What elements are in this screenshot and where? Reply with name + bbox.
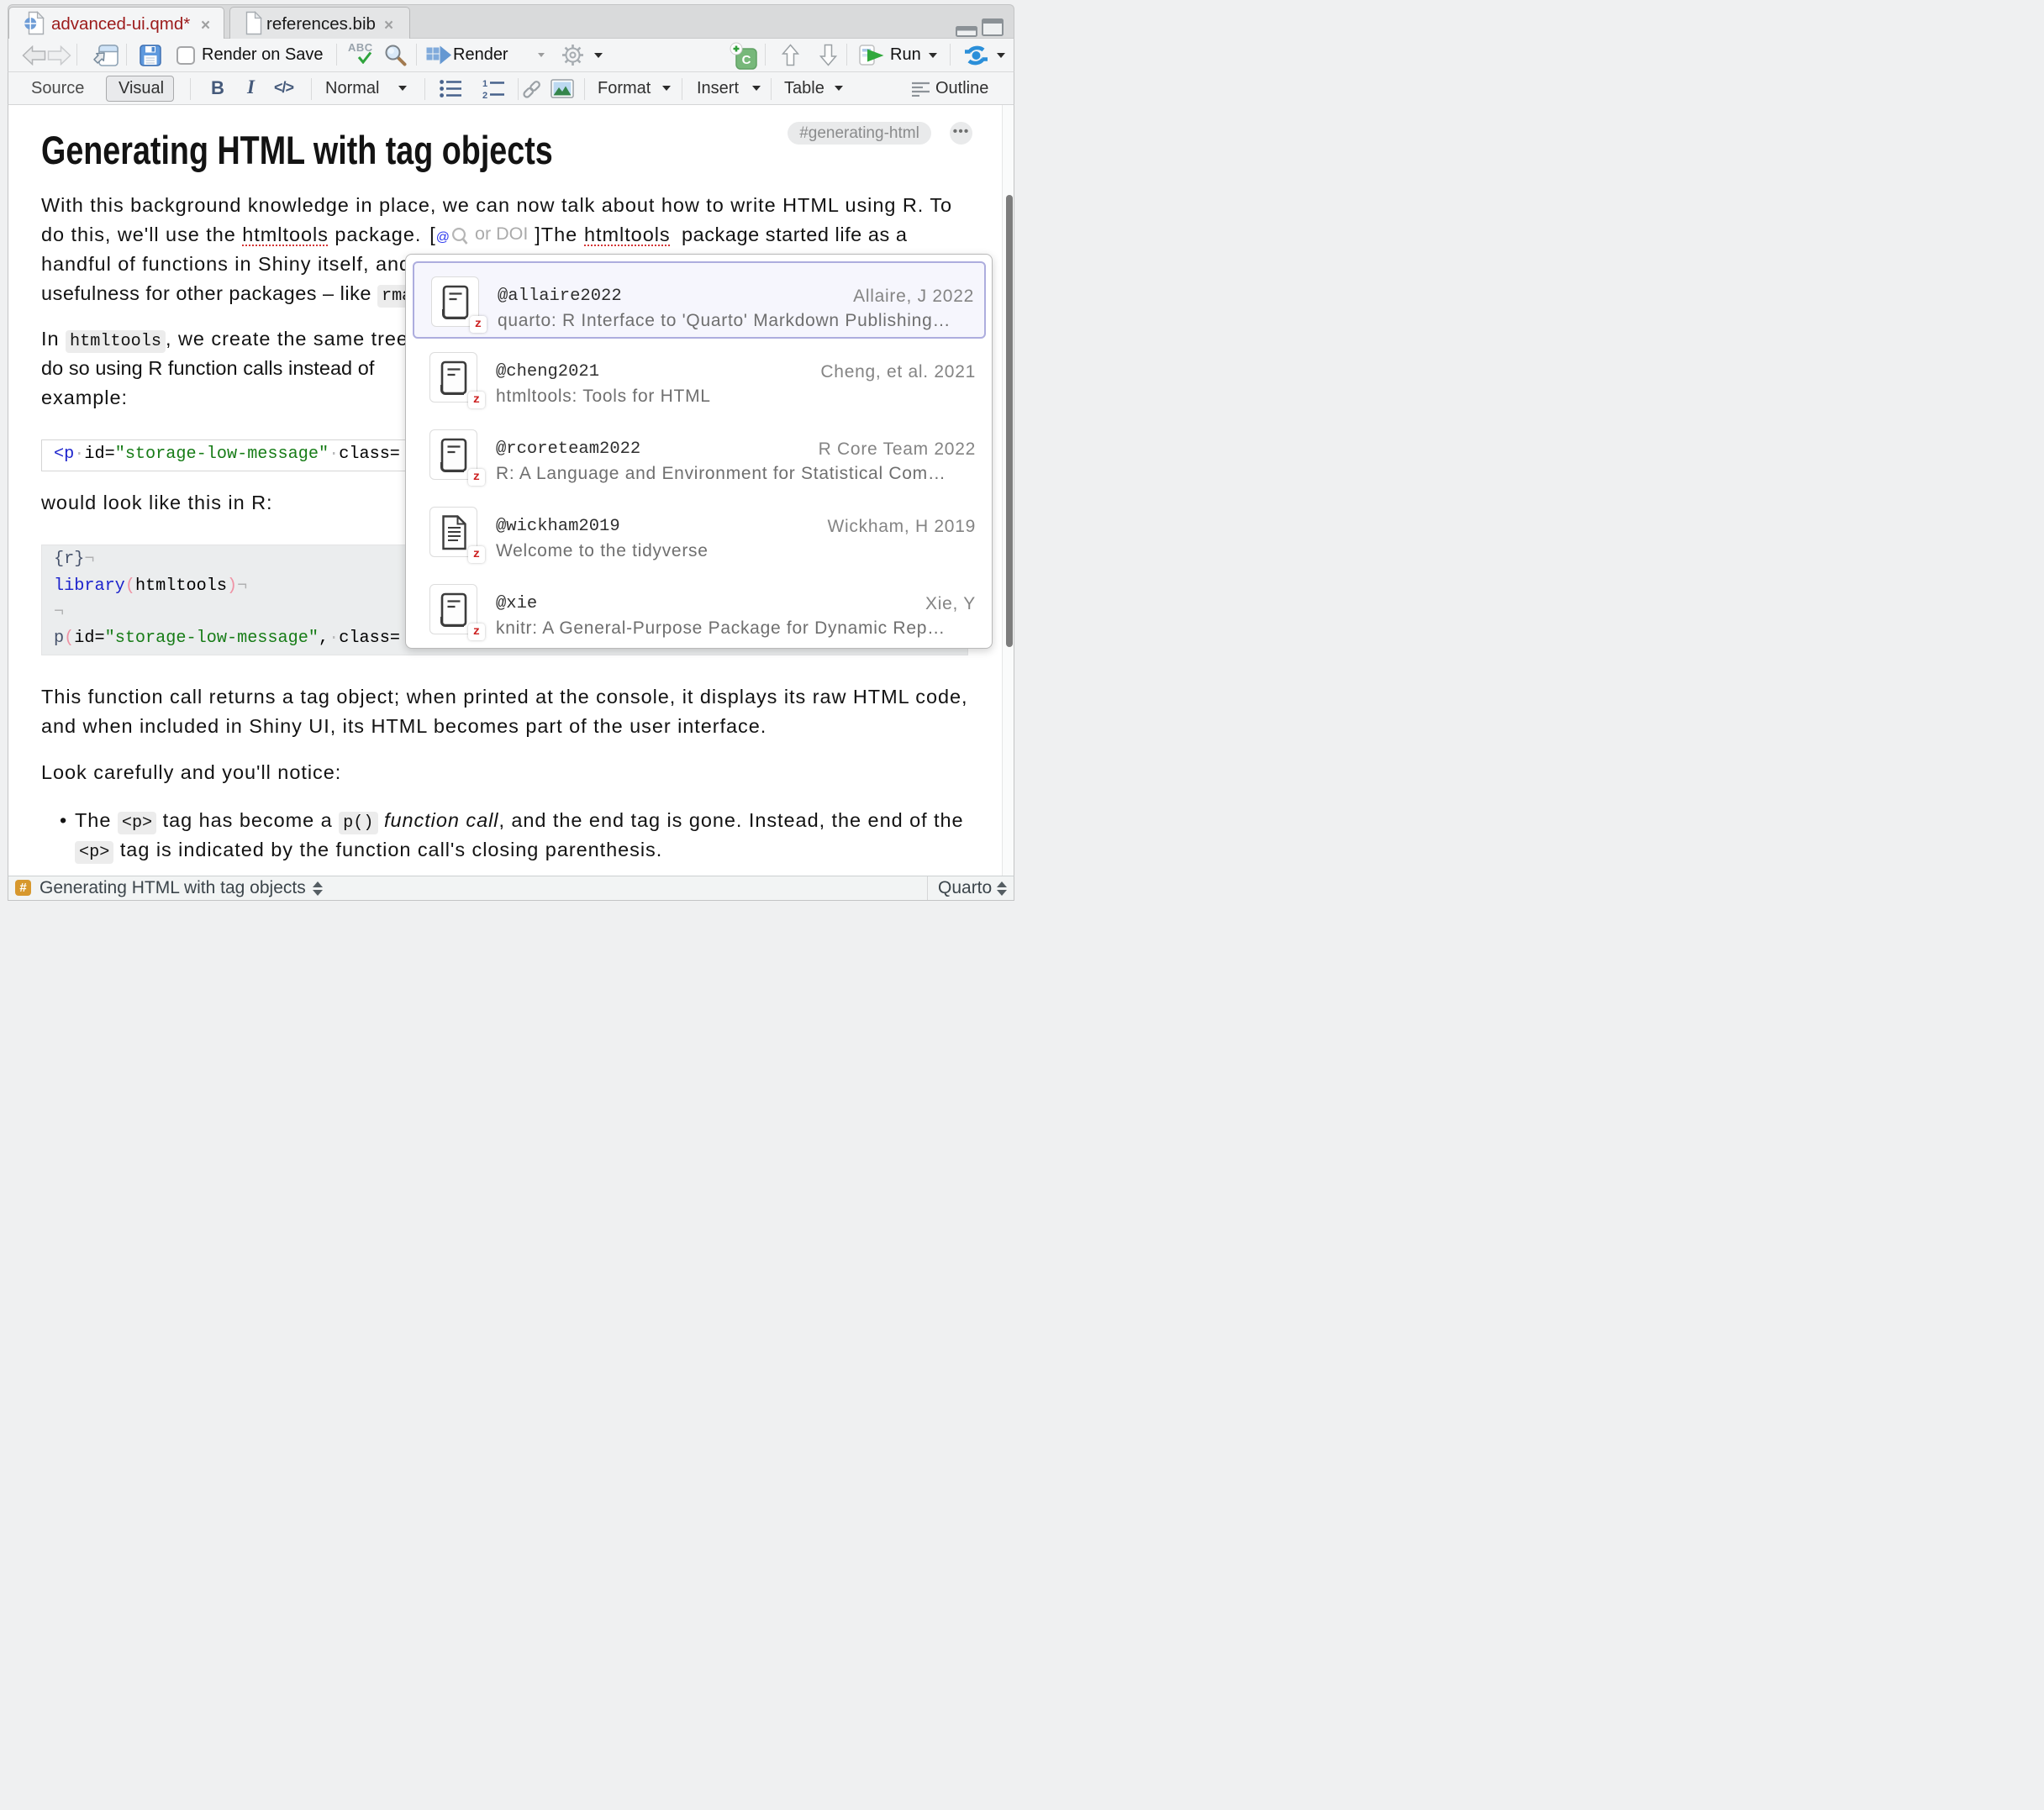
svg-text:C: C — [742, 53, 751, 67]
svg-text:2: 2 — [482, 91, 487, 99]
svg-text:1: 1 — [482, 79, 487, 89]
